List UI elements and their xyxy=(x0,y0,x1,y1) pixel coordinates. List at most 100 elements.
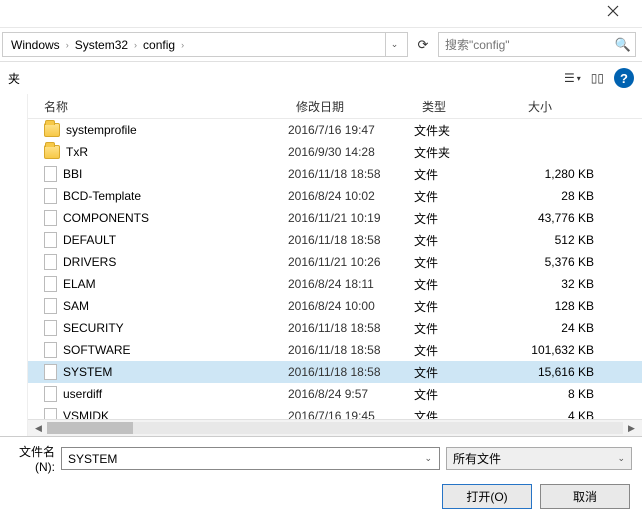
search-input[interactable] xyxy=(443,37,615,53)
file-size: 512 KB xyxy=(520,233,612,247)
file-date: 2016/11/18 18:58 xyxy=(288,233,414,247)
file-row[interactable]: SAM2016/8/24 10:00文件128 KB xyxy=(28,295,642,317)
file-row[interactable]: DEFAULT2016/11/18 18:58文件512 KB xyxy=(28,229,642,251)
file-row[interactable]: DRIVERS 2016/11/21 10:26文件5,376 KB xyxy=(28,251,642,273)
column-name[interactable]: 名称 xyxy=(28,98,288,115)
filename-label: 文件名(N): xyxy=(0,443,55,474)
file-row[interactable]: ELAM 2016/8/24 18:11文件32 KB xyxy=(28,273,642,295)
breadcrumb-windows[interactable]: Windows xyxy=(7,38,64,52)
refresh-icon: ⟳ xyxy=(418,37,429,53)
filetype-label: 所有文件 xyxy=(453,450,501,467)
file-type: 文件 xyxy=(414,364,520,381)
file-name: SECURITY xyxy=(63,321,124,335)
file-name: DRIVERS xyxy=(63,255,116,269)
file-row[interactable]: SECURITY 2016/11/18 18:58文件24 KB xyxy=(28,317,642,339)
view-list-icon: ☰ xyxy=(564,71,575,85)
breadcrumb-system32[interactable]: System32 xyxy=(71,38,132,52)
file-date: 2016/11/21 10:19 xyxy=(288,211,414,225)
file-row[interactable]: systemprofile2016/7/16 19:47文件夹 xyxy=(28,119,642,141)
file-size: 5,376 KB xyxy=(520,255,612,269)
refresh-button[interactable]: ⟳ xyxy=(414,32,432,57)
column-header[interactable]: 名称 修改日期 类型 大小 xyxy=(28,94,642,119)
file-date: 2016/7/16 19:47 xyxy=(288,123,414,137)
file-size: 15,616 KB xyxy=(520,365,612,379)
sidebar xyxy=(0,94,28,436)
preview-pane-button[interactable]: ▯▯ xyxy=(591,71,604,85)
file-icon xyxy=(44,408,57,419)
column-type[interactable]: 类型 xyxy=(414,98,520,115)
file-type: 文件 xyxy=(414,320,520,337)
chevron-right-icon: › xyxy=(134,40,137,50)
file-size: 32 KB xyxy=(520,277,612,291)
file-size: 101,632 KB xyxy=(520,343,612,357)
file-date: 2016/11/18 18:58 xyxy=(288,167,414,181)
file-type: 文件夹 xyxy=(414,144,520,161)
file-size: 4 KB xyxy=(520,409,612,419)
file-name: DEFAULT xyxy=(63,233,116,247)
filetype-combobox[interactable]: 所有文件 ⌄ xyxy=(446,447,632,470)
help-icon: ? xyxy=(620,71,628,86)
file-icon xyxy=(44,364,57,380)
file-row[interactable]: COMPONENTS2016/11/21 10:19文件43,776 KB xyxy=(28,207,642,229)
file-date: 2016/11/21 10:26 xyxy=(288,255,414,269)
file-type: 文件 xyxy=(414,166,520,183)
file-icon xyxy=(44,232,57,248)
chevron-right-icon: › xyxy=(66,40,69,50)
file-list[interactable]: systemprofile2016/7/16 19:47文件夹TxR2016/9… xyxy=(28,119,642,419)
chevron-down-icon[interactable]: ⌄ xyxy=(421,453,435,464)
close-button[interactable] xyxy=(590,0,636,22)
view-options-button[interactable]: ☰▾ xyxy=(564,71,581,85)
cancel-button[interactable]: 取消 xyxy=(540,484,630,509)
horizontal-scrollbar[interactable]: ◀ ▶ xyxy=(28,419,642,436)
file-name: userdiff xyxy=(63,387,102,401)
file-size: 24 KB xyxy=(520,321,612,335)
scroll-right-icon[interactable]: ▶ xyxy=(623,423,640,434)
file-row[interactable]: BCD-Template2016/8/24 10:02文件28 KB xyxy=(28,185,642,207)
file-row[interactable]: SOFTWARE2016/11/18 18:58文件101,632 KB xyxy=(28,339,642,361)
column-modified[interactable]: 修改日期 xyxy=(288,98,414,115)
file-date: 2016/11/18 18:58 xyxy=(288,321,414,335)
file-icon xyxy=(44,166,57,182)
filename-combobox[interactable]: ⌄ xyxy=(61,447,440,470)
file-type: 文件 xyxy=(414,210,520,227)
preview-pane-icon: ▯▯ xyxy=(591,71,604,85)
file-size: 28 KB xyxy=(520,189,612,203)
chevron-right-icon: › xyxy=(181,40,184,50)
file-date: 2016/9/30 14:28 xyxy=(288,145,414,159)
file-size: 1,280 KB xyxy=(520,167,612,181)
file-date: 2016/11/18 18:58 xyxy=(288,343,414,357)
file-type: 文件 xyxy=(414,276,520,293)
file-row[interactable]: userdiff2016/8/24 9:57文件8 KB xyxy=(28,383,642,405)
scroll-thumb[interactable] xyxy=(47,422,133,434)
file-icon xyxy=(44,188,57,204)
breadcrumb-config[interactable]: config xyxy=(139,38,179,52)
file-icon xyxy=(44,276,57,292)
file-row[interactable]: VSMIDK2016/7/16 19:45文件4 KB xyxy=(28,405,642,419)
column-size[interactable]: 大小 xyxy=(520,98,612,115)
scroll-left-icon[interactable]: ◀ xyxy=(30,423,47,434)
file-icon xyxy=(44,342,57,358)
help-button[interactable]: ? xyxy=(614,68,634,88)
search-icon[interactable]: 🔍 xyxy=(615,37,631,53)
file-name: SAM xyxy=(63,299,89,313)
open-button[interactable]: 打开(O) xyxy=(442,484,532,509)
file-name: SYSTEM xyxy=(63,365,112,379)
file-type: 文件 xyxy=(414,254,520,271)
file-type: 文件夹 xyxy=(414,122,520,139)
file-row[interactable]: TxR2016/9/30 14:28文件夹 xyxy=(28,141,642,163)
file-name: SOFTWARE xyxy=(63,343,131,357)
breadcrumb-dropdown[interactable]: ⌄ xyxy=(385,33,403,56)
chevron-down-icon: ⌄ xyxy=(617,453,625,464)
file-name: ELAM xyxy=(63,277,96,291)
file-row[interactable]: SYSTEM2016/11/18 18:58文件15,616 KB xyxy=(28,361,642,383)
file-date: 2016/8/24 18:11 xyxy=(288,277,414,291)
file-date: 2016/8/24 10:02 xyxy=(288,189,414,203)
search-box[interactable]: 🔍 xyxy=(438,32,636,57)
file-row[interactable]: BBI2016/11/18 18:58文件1,280 KB xyxy=(28,163,642,185)
scroll-track[interactable] xyxy=(47,422,623,434)
file-type: 文件 xyxy=(414,298,520,315)
breadcrumb[interactable]: Windows › System32 › config › ⌄ xyxy=(2,32,408,57)
file-icon xyxy=(44,210,57,226)
filename-input[interactable] xyxy=(66,451,421,467)
file-size: 43,776 KB xyxy=(520,211,612,225)
